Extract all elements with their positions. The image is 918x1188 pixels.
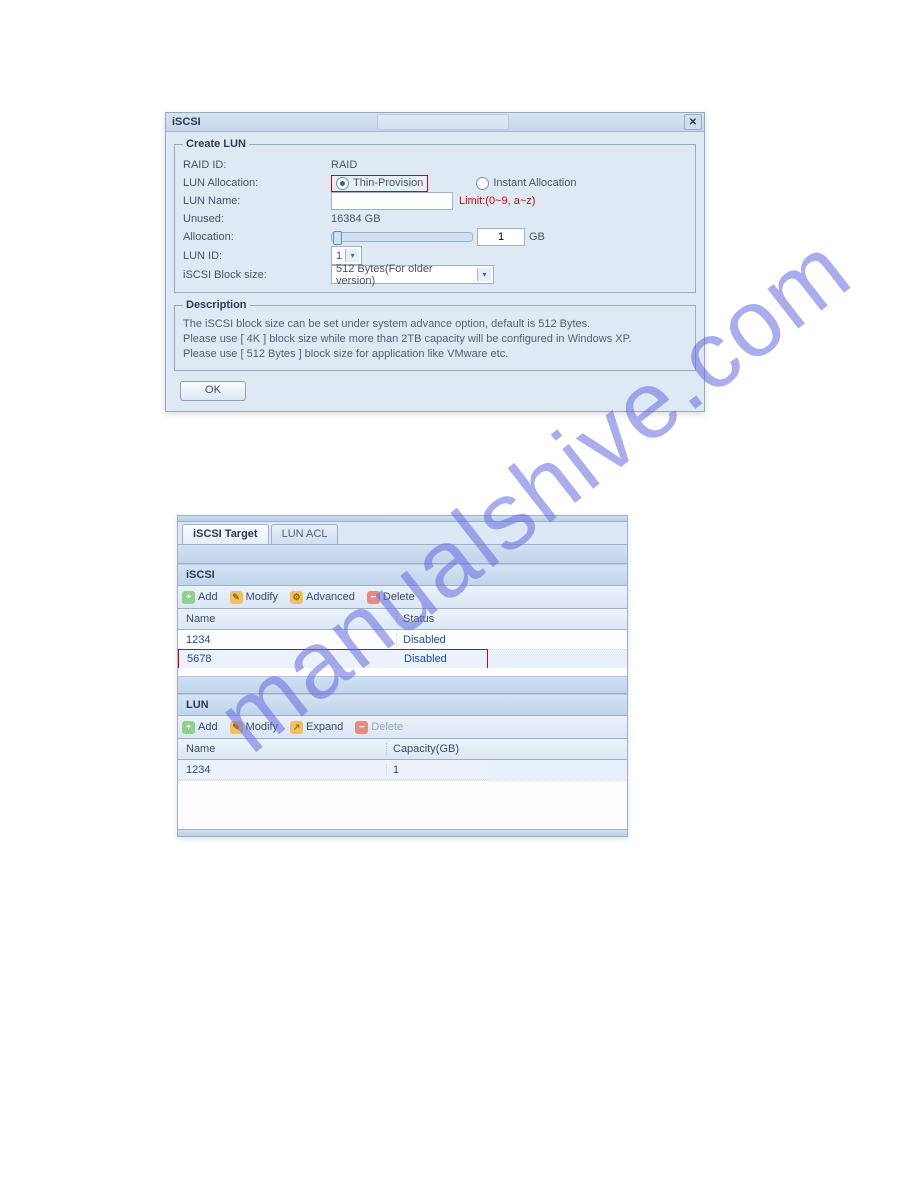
lun-add-button[interactable]: Add (182, 721, 218, 734)
lun-expand-button[interactable]: Expand (290, 721, 343, 734)
lun-row-name: 1234 (178, 764, 387, 776)
delete-icon (367, 591, 380, 604)
lun-modify-button[interactable]: Modify (230, 721, 278, 734)
iscsi-panel: iSCSI Target LUN ACL iSCSI Add Modify Ad… (177, 515, 628, 837)
create-lun-fieldset: Create LUN RAID ID: RAID LUN Allocation:… (174, 138, 696, 293)
delete-label: Delete (383, 591, 415, 603)
instant-allocation-label: Instant Allocation (493, 177, 576, 189)
iscsi-toolbar: Add Modify Advanced Delete (178, 586, 627, 609)
lun-table-header: Name Capacity(GB) (178, 739, 627, 760)
iscsi-add-button[interactable]: Add (182, 591, 218, 604)
tab-lun-acl[interactable]: LUN ACL (271, 524, 339, 544)
delete-label: Delete (371, 721, 403, 733)
expand-icon (290, 721, 303, 734)
ok-button[interactable]: OK (180, 381, 246, 401)
lun-name-label: LUN Name: (183, 195, 331, 207)
modify-label: Modify (246, 721, 278, 733)
allocation-input[interactable] (477, 228, 525, 246)
instant-allocation-radio[interactable]: Instant Allocation (476, 177, 576, 190)
lun-row[interactable]: 1234 1 (178, 760, 488, 780)
add-icon (182, 721, 195, 734)
raid-id-value: RAID (331, 159, 687, 171)
dialog-titlebar: iSCSI ✕ (166, 113, 704, 132)
iscsi-col-name: Name (178, 613, 397, 625)
description-fieldset: Description The iSCSI block size can be … (174, 299, 696, 371)
advanced-label: Advanced (306, 591, 355, 603)
iscsi-row-name: 5678 (179, 653, 398, 665)
iscsi-modify-button[interactable]: Modify (230, 591, 278, 604)
lun-allocation-label: LUN Allocation: (183, 177, 331, 189)
lun-delete-button[interactable]: Delete (355, 721, 403, 734)
block-size-select[interactable]: 512 Bytes(For older version) ▾ (331, 265, 494, 284)
iscsi-col-status: Status (397, 613, 627, 625)
iscsi-table-header: Name Status (178, 609, 627, 630)
titlebar-ghost-tab (377, 114, 509, 130)
add-label: Add (198, 591, 218, 603)
thin-provision-highlight: Thin-Provision (331, 175, 428, 192)
lun-name-input[interactable] (331, 192, 453, 210)
unused-label: Unused: (183, 213, 331, 225)
panel-stripe (178, 545, 627, 564)
chevron-down-icon: ▾ (477, 268, 491, 281)
lun-id-value: 1 (336, 250, 342, 262)
thin-provision-radio[interactable]: Thin-Provision (336, 177, 423, 190)
unused-value: 16384 GB (331, 213, 687, 225)
delete-icon (355, 721, 368, 734)
iscsi-delete-button[interactable]: Delete (367, 591, 415, 604)
radio-checked-icon (336, 177, 349, 190)
allocation-unit: GB (529, 231, 545, 243)
lun-col-capacity: Capacity(GB) (387, 743, 627, 755)
panel-tabs: iSCSI Target LUN ACL (178, 522, 627, 545)
create-lun-legend: Create LUN (183, 138, 249, 150)
iscsi-advanced-button[interactable]: Advanced (290, 591, 355, 604)
description-line2: Please use [ 4K ] block size while more … (183, 332, 687, 347)
add-icon (182, 591, 195, 604)
iscsi-section-header: iSCSI (178, 564, 627, 586)
radio-unchecked-icon (476, 177, 489, 190)
add-label: Add (198, 721, 218, 733)
iscsi-row-status: Disabled (397, 634, 627, 646)
iscsi-row-highlighted[interactable]: 5678 Disabled (178, 649, 488, 669)
iscsi-body-fill (178, 668, 627, 676)
dialog-footer: OK (166, 377, 704, 411)
iscsi-row-name: 1234 (178, 634, 397, 646)
thin-provision-label: Thin-Provision (353, 177, 423, 189)
lun-col-name: Name (178, 743, 387, 755)
chevron-down-icon: ▾ (345, 249, 359, 262)
panel-bottom-fill (178, 780, 627, 829)
allocation-slider[interactable] (331, 232, 473, 242)
description-line3: Please use [ 512 Bytes ] block size for … (183, 347, 687, 362)
lun-section-header: LUN (178, 694, 627, 716)
description-legend: Description (183, 299, 250, 311)
panel-footer-stripe (178, 829, 627, 836)
block-size-label: iSCSI Block size: (183, 269, 331, 281)
tab-iscsi-target[interactable]: iSCSI Target (182, 524, 269, 544)
iscsi-row-status: Disabled (398, 653, 487, 665)
allocation-label: Allocation: (183, 231, 331, 243)
raid-id-label: RAID ID: (183, 159, 331, 171)
close-icon[interactable]: ✕ (684, 114, 702, 130)
block-size-value: 512 Bytes(For older version) (336, 263, 474, 287)
dialog-title: iSCSI (172, 116, 347, 128)
lun-id-label: LUN ID: (183, 250, 331, 262)
advanced-icon (290, 591, 303, 604)
description-line1: The iSCSI block size can be set under sy… (183, 317, 687, 332)
lun-row-capacity: 1 (387, 764, 488, 776)
create-lun-dialog: iSCSI ✕ Create LUN RAID ID: RAID LUN All… (165, 112, 705, 412)
expand-label: Expand (306, 721, 343, 733)
modify-icon (230, 721, 243, 734)
modify-icon (230, 591, 243, 604)
modify-label: Modify (246, 591, 278, 603)
lun-name-limit: Limit:(0~9, a~z) (459, 195, 535, 207)
iscsi-row[interactable]: 1234 Disabled (178, 630, 627, 650)
lun-toolbar: Add Modify Expand Delete (178, 716, 627, 739)
section-gap (178, 676, 627, 694)
